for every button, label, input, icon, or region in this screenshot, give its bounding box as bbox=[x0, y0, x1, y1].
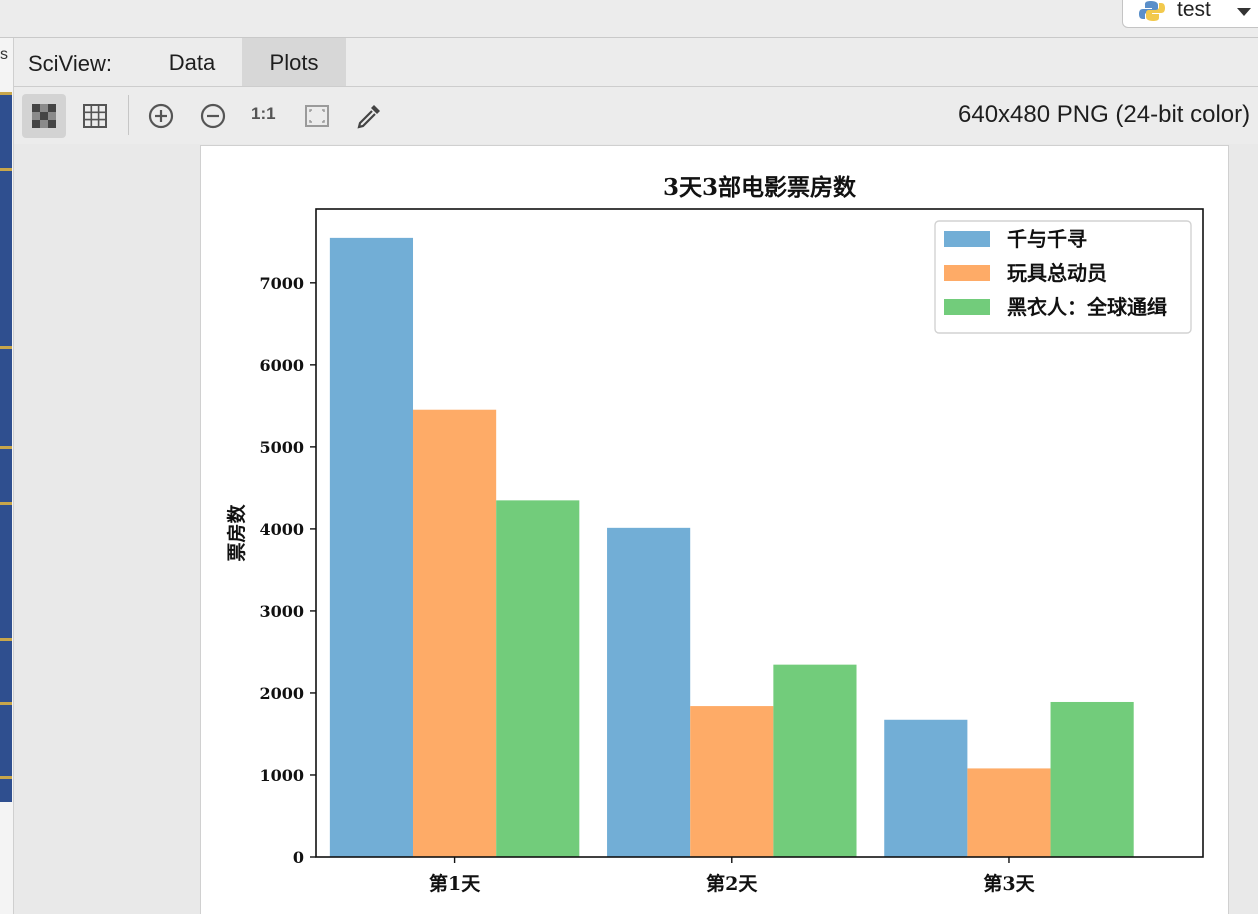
y-axis-label: 票房数 bbox=[225, 504, 248, 562]
x-tick-label: 第1天 bbox=[429, 872, 481, 895]
y-tick-label: 3000 bbox=[259, 602, 304, 621]
gutter-marker bbox=[0, 168, 12, 171]
bar bbox=[413, 409, 497, 857]
editor-edge-glyph: s bbox=[0, 46, 8, 63]
sciview-title: SciView: bbox=[28, 51, 112, 76]
zoom-in-icon bbox=[148, 103, 174, 129]
grid-button[interactable] bbox=[73, 94, 117, 138]
bar bbox=[329, 237, 414, 857]
y-tick-label: 5000 bbox=[259, 438, 304, 457]
legend-swatch bbox=[944, 299, 990, 315]
editor-gutter bbox=[0, 92, 12, 802]
color-picker-icon bbox=[357, 105, 380, 129]
run-config-name: test bbox=[1177, 0, 1211, 21]
y-tick-label: 7000 bbox=[259, 274, 304, 293]
gutter-marker bbox=[0, 346, 12, 349]
x-tick-label: 第2天 bbox=[706, 872, 758, 895]
color-picker-button[interactable] bbox=[347, 94, 391, 138]
bar bbox=[1050, 701, 1134, 857]
bar bbox=[773, 664, 857, 857]
fit-window-icon bbox=[305, 105, 329, 127]
top-bar: test bbox=[0, 0, 1258, 38]
run-configuration-selector[interactable]: test bbox=[1122, 0, 1258, 28]
gutter-marker bbox=[0, 702, 12, 705]
legend-swatch bbox=[944, 265, 990, 281]
y-tick-label: 2000 bbox=[259, 684, 304, 703]
zoom-in-button[interactable] bbox=[139, 94, 183, 138]
bar bbox=[607, 527, 691, 857]
grid-icon bbox=[83, 104, 107, 128]
legend-label: 玩具总动员 bbox=[1007, 261, 1107, 285]
python-icon bbox=[1139, 1, 1165, 21]
gutter-marker bbox=[0, 446, 12, 449]
y-tick-label: 0 bbox=[293, 848, 304, 867]
legend-swatch bbox=[944, 231, 990, 247]
fit-view-icon bbox=[32, 104, 56, 128]
editor-edge: s bbox=[0, 38, 14, 914]
bar bbox=[690, 706, 774, 857]
y-tick-label: 6000 bbox=[259, 356, 304, 375]
image-info: 640x480 PNG (24-bit color) bbox=[958, 101, 1251, 128]
y-tick-label: 1000 bbox=[259, 766, 304, 785]
fit-window-button[interactable] bbox=[295, 94, 339, 138]
toolbar-separator bbox=[128, 95, 129, 135]
bar bbox=[884, 719, 968, 857]
chart-title: 3天3部电影票房数 bbox=[663, 174, 857, 201]
bar-chart: 3天3部电影票房数 0 1000 2000 3000 4000 5000 6000 7000 第1… bbox=[225, 174, 1204, 895]
y-tick-label: 4000 bbox=[259, 520, 304, 539]
gutter-marker bbox=[0, 92, 12, 95]
plot-image: 3天3部电影票房数 0 1000 2000 3000 4000 5000 6000 7000 第1… bbox=[200, 145, 1229, 914]
bar bbox=[967, 768, 1051, 857]
gutter-marker bbox=[0, 502, 12, 505]
chevron-down-icon[interactable] bbox=[1237, 8, 1251, 16]
legend-label: 黑衣人：全球通缉 bbox=[1007, 295, 1167, 319]
plot-viewport[interactable]: 3天3部电影票房数 0 1000 2000 3000 4000 5000 6000 7000 第1… bbox=[14, 144, 1258, 914]
plot-toolbar: 1:1 640x480 PNG (24-bit color) bbox=[14, 87, 1258, 144]
fit-view-button[interactable] bbox=[22, 94, 66, 138]
zoom-out-icon bbox=[200, 103, 226, 129]
bar bbox=[496, 500, 580, 857]
tab-plots[interactable]: Plots bbox=[242, 38, 346, 86]
zoom-out-button[interactable] bbox=[191, 94, 235, 138]
actual-size-button[interactable]: 1:1 bbox=[251, 104, 276, 124]
tab-data[interactable]: Data bbox=[144, 38, 240, 86]
gutter-marker bbox=[0, 638, 12, 641]
gutter-marker bbox=[0, 776, 12, 779]
x-tick-label: 第3天 bbox=[983, 872, 1035, 895]
sciview-header: SciView: Data Plots bbox=[14, 38, 1258, 87]
legend-label: 千与千寻 bbox=[1007, 227, 1087, 251]
